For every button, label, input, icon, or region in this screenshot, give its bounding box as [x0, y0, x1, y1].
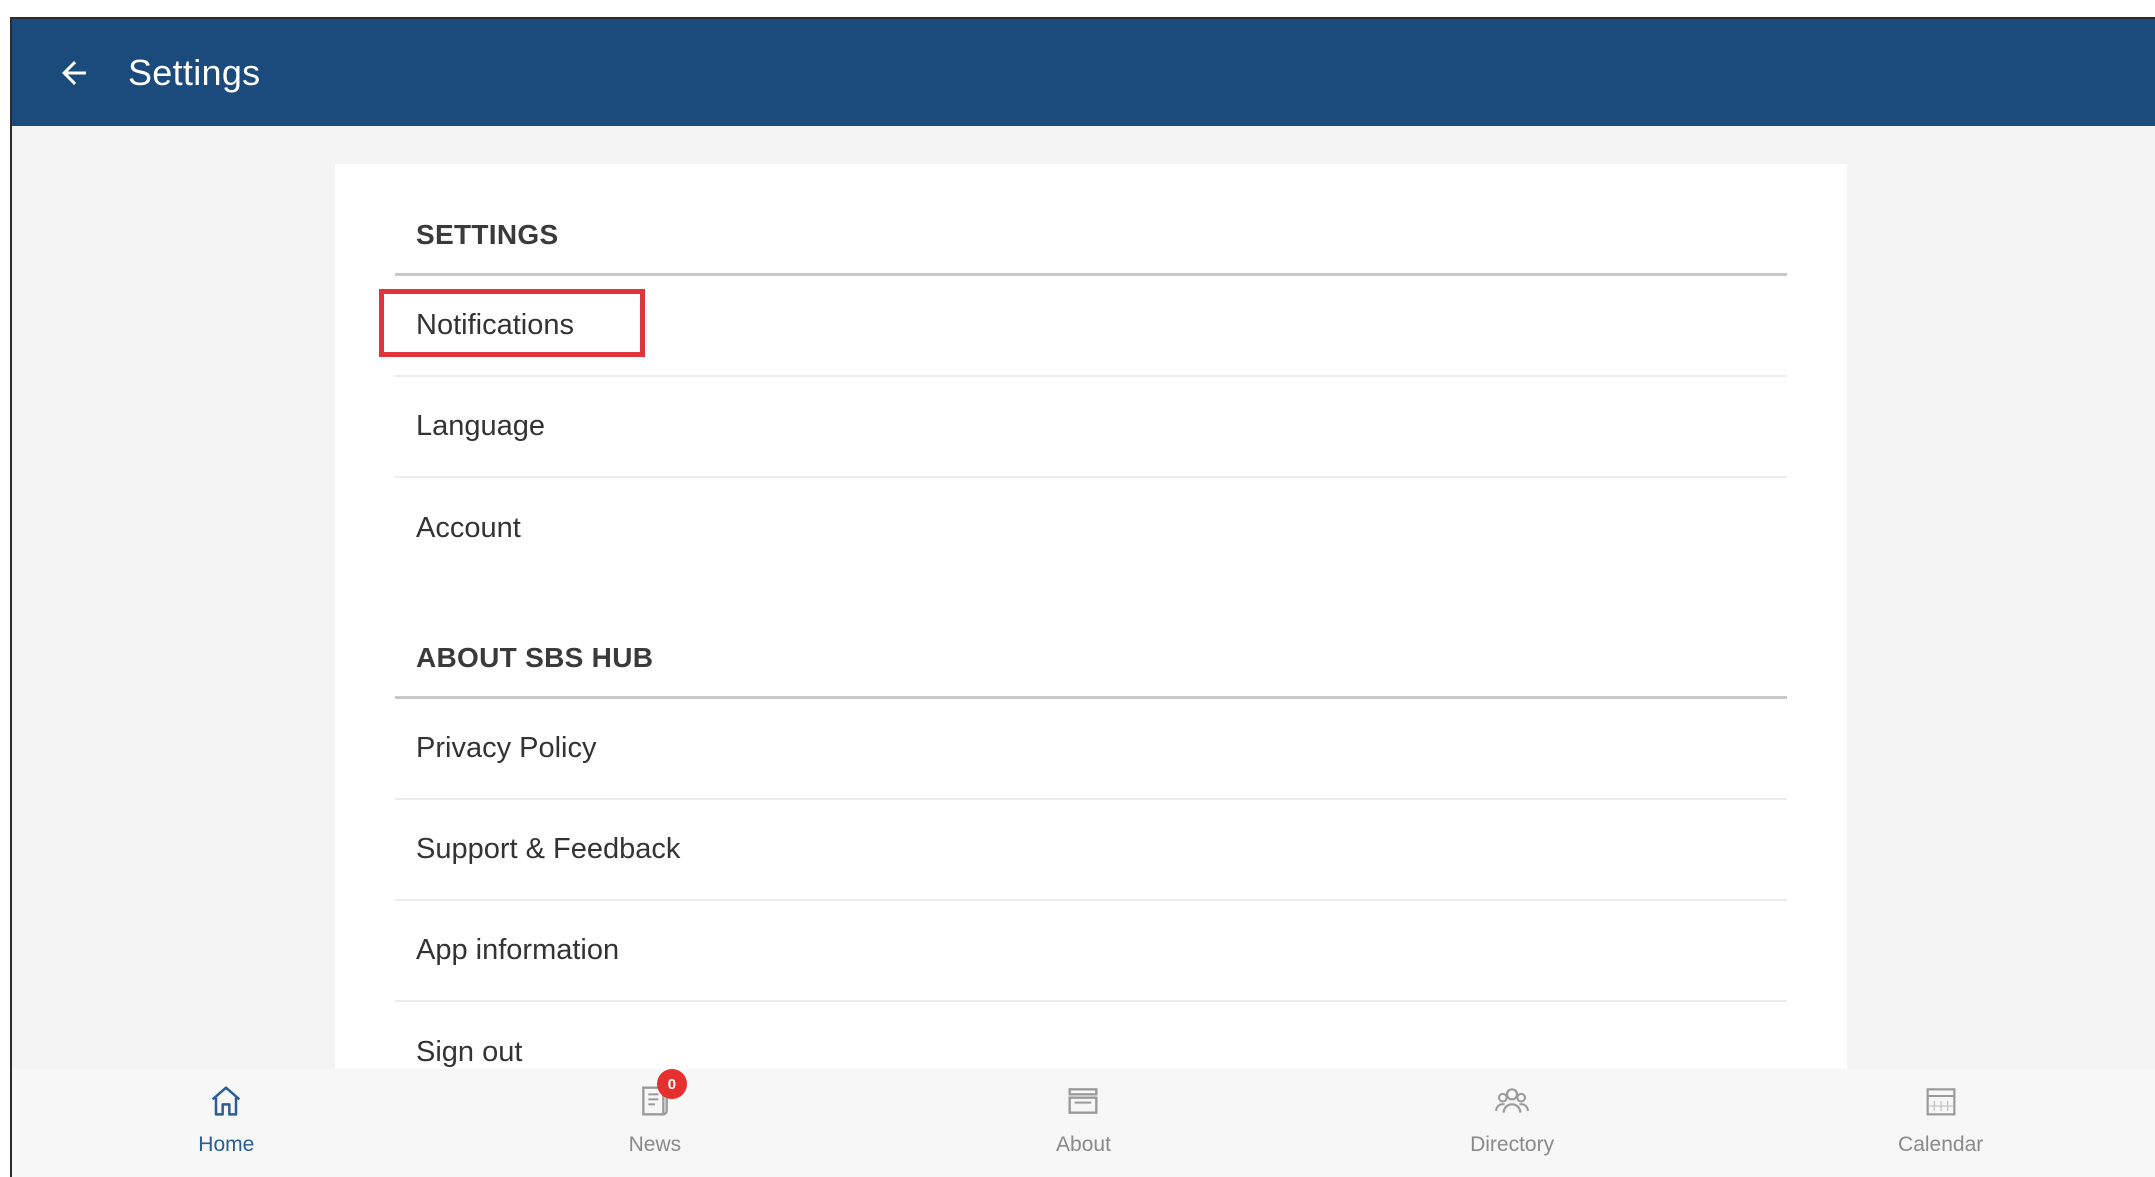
menu-item-app-information[interactable]: App information: [395, 901, 1787, 1002]
menu-item-notifications[interactable]: Notifications: [379, 276, 1787, 377]
menu-item-sign-out[interactable]: Sign out: [395, 1002, 1787, 1069]
menu-item-privacy-policy[interactable]: Privacy Policy: [395, 699, 1787, 800]
menu-item-label: Privacy Policy: [416, 732, 597, 764]
section-header-about: ABOUT SBS HUB: [395, 579, 1787, 699]
bottom-navigation: Home 0 News About Directory Calendar: [12, 1069, 2155, 1177]
nav-item-calendar[interactable]: Calendar: [1726, 1069, 2155, 1177]
nav-item-home[interactable]: Home: [12, 1069, 441, 1177]
section-header-settings: SETTINGS: [395, 164, 1787, 276]
arrow-left-icon: [62, 60, 86, 85]
page-title: Settings: [128, 51, 261, 93]
menu-item-label: App information: [416, 934, 620, 966]
nav-label: News: [628, 1133, 682, 1156]
back-button[interactable]: [42, 41, 106, 105]
nav-label: About: [1056, 1133, 1111, 1156]
app-bar: Settings: [12, 19, 2155, 126]
menu-item-label: Notifications: [416, 309, 574, 341]
menu-item-label: Support & Feedback: [416, 833, 681, 865]
nav-item-directory[interactable]: Directory: [1298, 1069, 1727, 1177]
settings-card: SETTINGS Notifications Language Account …: [335, 164, 1847, 1069]
app-window: Settings SETTINGS Notifications Language…: [10, 17, 2155, 1177]
nav-item-about[interactable]: About: [869, 1069, 1298, 1177]
menu-item-account[interactable]: Account: [395, 478, 1787, 579]
nav-label: Directory: [1470, 1133, 1555, 1156]
menu-item-support-feedback[interactable]: Support & Feedback: [395, 800, 1787, 901]
about-icon: [1068, 1088, 1098, 1114]
nav-label: Home: [198, 1133, 255, 1156]
directory-icon: [1495, 1088, 1529, 1113]
menu-item-label: Account: [416, 512, 521, 544]
home-icon: [212, 1086, 241, 1116]
nav-item-news[interactable]: 0 News: [441, 1069, 870, 1177]
menu-item-label: Language: [416, 410, 546, 442]
menu-item-language[interactable]: Language: [395, 377, 1787, 478]
calendar-icon: [1926, 1088, 1956, 1116]
news-icon-wrap: 0: [635, 1069, 687, 1121]
nav-label: Calendar: [1898, 1133, 1984, 1156]
menu-item-label: Sign out: [416, 1036, 523, 1068]
notification-badge: 0: [656, 1069, 687, 1099]
